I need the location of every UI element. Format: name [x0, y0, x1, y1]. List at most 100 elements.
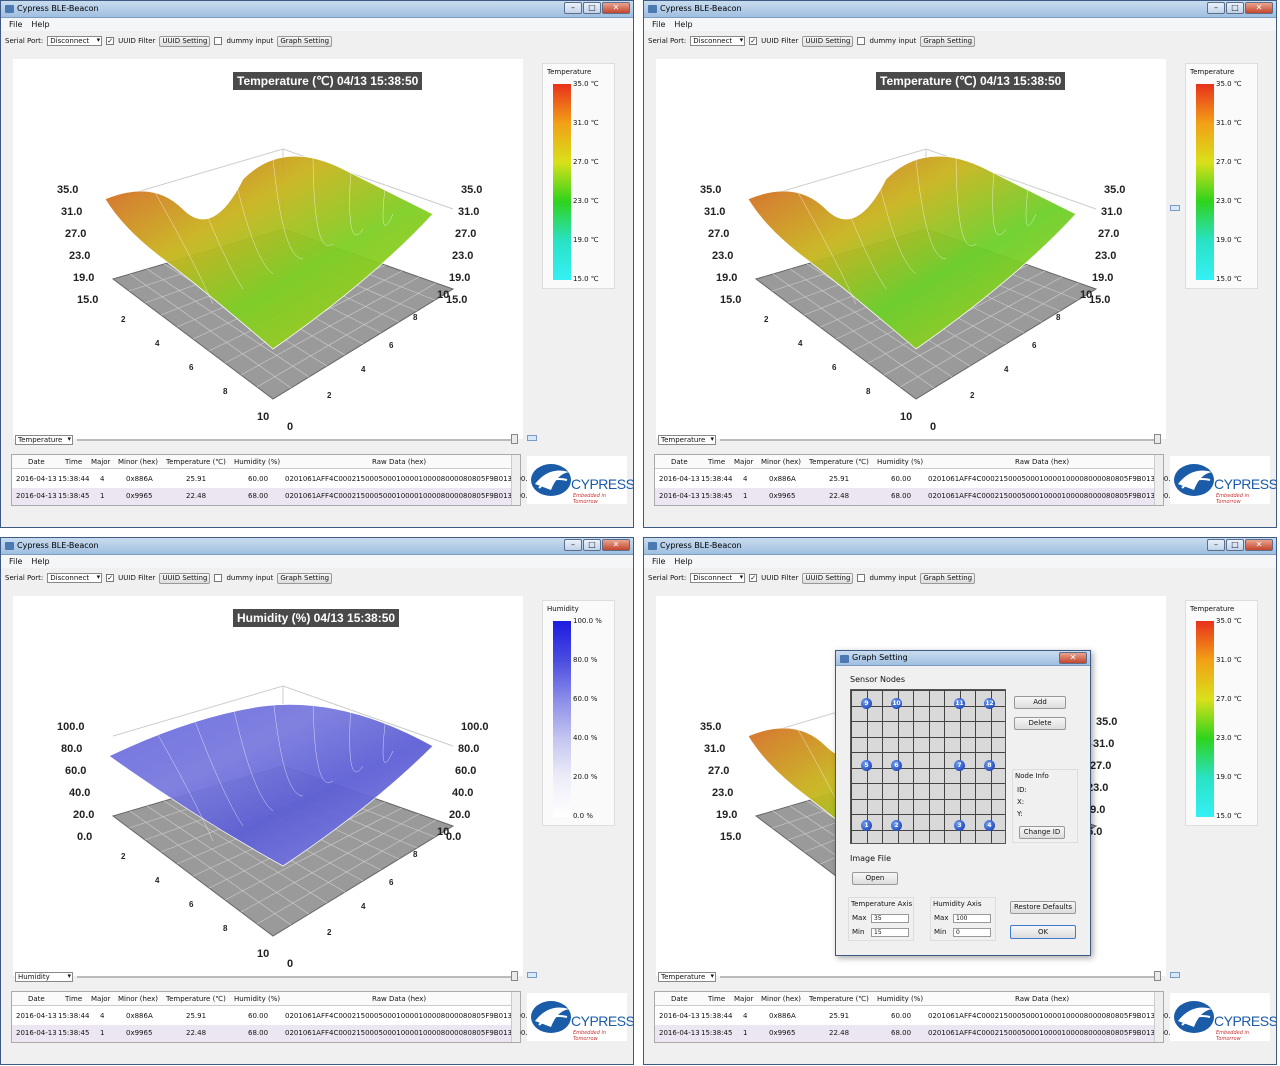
- serial-port-select[interactable]: Disconnect: [47, 573, 103, 583]
- table-row[interactable]: 2016-04-13 15:38:44 4 0x886A 25.91 60.00…: [12, 1008, 532, 1025]
- menu-help[interactable]: Help: [674, 18, 692, 31]
- close-button[interactable]: ✕: [602, 2, 630, 14]
- sensor-node-marker[interactable]: 10: [891, 698, 902, 709]
- hum-max-field[interactable]: 100: [953, 914, 991, 923]
- plot-scrollbar[interactable]: [1170, 59, 1180, 443]
- col-humidity[interactable]: Humidity (%): [877, 455, 923, 469]
- col-major[interactable]: Major: [91, 455, 110, 469]
- ok-button[interactable]: OK: [1010, 925, 1076, 939]
- minimize-button[interactable]: –: [564, 2, 582, 14]
- table-row[interactable]: 2016-04-13 15:38:45 1 0x9965 22.48 68.00…: [655, 488, 1175, 505]
- menu-help[interactable]: Help: [31, 555, 49, 568]
- minimize-button[interactable]: –: [1207, 2, 1225, 14]
- col-temperature[interactable]: Temperature (℃): [809, 455, 869, 469]
- col-humidity[interactable]: Humidity (%): [234, 455, 280, 469]
- surface-plot[interactable]: [656, 59, 1166, 439]
- dialog-title-bar[interactable]: Graph Setting ✕: [836, 651, 1090, 666]
- col-raw-data[interactable]: Raw Data (hex): [372, 455, 426, 469]
- title-bar[interactable]: Cypress BLE-Beacon – □ ✕: [644, 1, 1276, 18]
- col-temperature[interactable]: Temperature (℃): [809, 992, 869, 1006]
- uuid-filter-checkbox[interactable]: ✓: [749, 37, 758, 45]
- graph-mode-select[interactable]: Temperature: [658, 435, 716, 445]
- col-time[interactable]: Time: [708, 992, 725, 1006]
- sensor-node-marker[interactable]: 1: [861, 820, 872, 831]
- graph-slider[interactable]: [720, 976, 1156, 978]
- restore-defaults-button[interactable]: Restore Defaults: [1010, 901, 1076, 914]
- menu-file[interactable]: File: [9, 18, 22, 31]
- graph-setting-button[interactable]: Graph Setting: [277, 35, 333, 47]
- col-date[interactable]: Date: [28, 992, 45, 1006]
- table-row[interactable]: 2016-04-13 15:38:45 1 0x9965 22.48 68.00…: [12, 488, 532, 505]
- menu-file[interactable]: File: [652, 18, 665, 31]
- col-major[interactable]: Major: [734, 992, 753, 1006]
- col-humidity[interactable]: Humidity (%): [234, 992, 280, 1006]
- dummy-input-checkbox[interactable]: [857, 574, 866, 582]
- title-bar[interactable]: Cypress BLE-Beacon – □ ✕: [1, 1, 633, 18]
- dialog-close-button[interactable]: ✕: [1059, 652, 1087, 664]
- dummy-input-checkbox[interactable]: [857, 37, 866, 45]
- col-minor[interactable]: Minor (hex): [118, 455, 158, 469]
- minimize-button[interactable]: –: [1207, 539, 1225, 551]
- col-raw-data[interactable]: Raw Data (hex): [372, 992, 426, 1006]
- serial-port-select[interactable]: Disconnect: [47, 36, 103, 46]
- table-scrollbar[interactable]: [511, 992, 520, 1042]
- dummy-input-checkbox[interactable]: [214, 574, 223, 582]
- maximize-button[interactable]: □: [1226, 2, 1244, 14]
- add-node-button[interactable]: Add: [1014, 696, 1066, 709]
- serial-port-select[interactable]: Disconnect: [690, 36, 746, 46]
- col-date[interactable]: Date: [28, 455, 45, 469]
- plot-scrollbar[interactable]: [527, 59, 537, 443]
- graph-mode-select[interactable]: Temperature: [15, 435, 73, 445]
- col-temperature[interactable]: Temperature (℃): [166, 455, 226, 469]
- close-button[interactable]: ✕: [1245, 539, 1273, 551]
- sensor-node-marker[interactable]: 9: [861, 698, 872, 709]
- table-scrollbar[interactable]: [511, 455, 520, 505]
- title-bar[interactable]: Cypress BLE-Beacon – □ ✕: [1, 538, 633, 555]
- graph-slider-knob[interactable]: [1154, 434, 1161, 444]
- col-major[interactable]: Major: [91, 992, 110, 1006]
- menu-file[interactable]: File: [652, 555, 665, 568]
- sensor-node-marker[interactable]: 8: [984, 760, 995, 771]
- uuid-setting-button[interactable]: UUID Setting: [159, 35, 211, 47]
- table-row[interactable]: 2016-04-13 15:38:45 1 0x9965 22.48 68.00…: [655, 1025, 1175, 1042]
- col-minor[interactable]: Minor (hex): [761, 992, 801, 1006]
- surface-plot[interactable]: [13, 59, 523, 439]
- table-row[interactable]: 2016-04-13 15:38:44 4 0x886A 25.91 60.00…: [655, 1008, 1175, 1025]
- col-humidity[interactable]: Humidity (%): [877, 992, 923, 1006]
- col-raw-data[interactable]: Raw Data (hex): [1015, 455, 1069, 469]
- uuid-setting-button[interactable]: UUID Setting: [159, 572, 211, 584]
- sensor-node-marker[interactable]: 4: [984, 820, 995, 831]
- sensor-node-marker[interactable]: 6: [891, 760, 902, 771]
- col-date[interactable]: Date: [671, 992, 688, 1006]
- sensor-node-marker[interactable]: 2: [891, 820, 902, 831]
- temp-min-field[interactable]: 15: [871, 928, 909, 937]
- graph-slider-knob[interactable]: [511, 434, 518, 444]
- col-time[interactable]: Time: [65, 992, 82, 1006]
- table-row[interactable]: 2016-04-13 15:38:45 1 0x9965 22.48 68.00…: [12, 1025, 532, 1042]
- open-image-button[interactable]: Open: [852, 872, 898, 885]
- table-scrollbar[interactable]: [1154, 992, 1163, 1042]
- change-id-button[interactable]: Change ID: [1019, 826, 1065, 839]
- col-major[interactable]: Major: [734, 455, 753, 469]
- col-date[interactable]: Date: [671, 455, 688, 469]
- table-row[interactable]: 2016-04-13 15:38:44 4 0x886A 25.91 60.00…: [655, 471, 1175, 488]
- temp-max-field[interactable]: 35: [871, 914, 909, 923]
- graph-slider[interactable]: [720, 439, 1156, 441]
- uuid-filter-checkbox[interactable]: ✓: [749, 574, 758, 582]
- graph-slider[interactable]: [77, 976, 513, 978]
- close-button[interactable]: ✕: [602, 539, 630, 551]
- graph-slider-knob[interactable]: [1154, 971, 1161, 981]
- sensor-node-marker[interactable]: 3: [954, 820, 965, 831]
- graph-mode-select[interactable]: Humidity: [15, 972, 73, 982]
- col-time[interactable]: Time: [708, 455, 725, 469]
- plot-scroll-thumb[interactable]: [1170, 205, 1180, 211]
- sensor-node-marker[interactable]: 11: [954, 698, 965, 709]
- table-scrollbar[interactable]: [1154, 455, 1163, 505]
- sensor-node-marker[interactable]: 7: [954, 760, 965, 771]
- uuid-filter-checkbox[interactable]: ✓: [106, 574, 115, 582]
- menu-help[interactable]: Help: [674, 555, 692, 568]
- plot-scrollbar[interactable]: [527, 596, 537, 980]
- maximize-button[interactable]: □: [583, 2, 601, 14]
- surface-plot[interactable]: [13, 596, 523, 976]
- delete-node-button[interactable]: Delete: [1014, 717, 1066, 730]
